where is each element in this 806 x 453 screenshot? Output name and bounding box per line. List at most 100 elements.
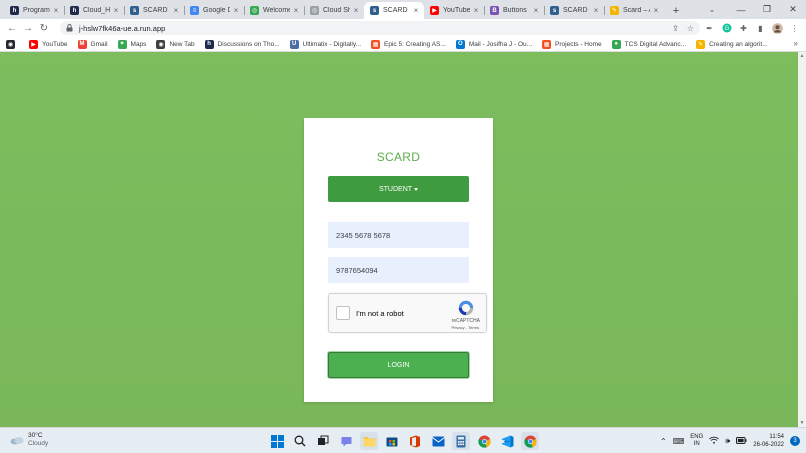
chrome-active-icon[interactable] <box>521 432 539 450</box>
share-icon[interactable]: ⇪ <box>672 24 679 33</box>
reload-icon[interactable]: ↻ <box>36 20 52 36</box>
tab-close-icon[interactable]: × <box>172 6 180 15</box>
minimize-button[interactable]: — <box>728 5 754 15</box>
volume-icon[interactable]: 🕪 <box>725 436 730 446</box>
restore-button[interactable]: ❐ <box>754 4 780 15</box>
role-dropdown-label: STUDENT <box>378 185 413 193</box>
weather-widget[interactable]: 30°C Cloudy <box>10 432 48 448</box>
tab-title: Programs <box>23 7 50 14</box>
svg-text:G: G <box>724 26 729 32</box>
browser-tab[interactable]: s SCARD × <box>364 2 424 19</box>
keyboard-icon[interactable]: ⌨ <box>673 437 685 446</box>
recaptcha-terms-link[interactable]: Privacy - Terms <box>452 325 479 330</box>
search-icon[interactable] <box>291 432 309 450</box>
bookmark-item[interactable]: ⌖ Maps <box>117 39 146 49</box>
mail-icon[interactable] <box>429 432 447 450</box>
aadhaar-input[interactable] <box>328 222 469 248</box>
address-bar[interactable]: j-hslw7fk46a-ue.a.run.app ⇪ ☆ <box>60 21 700 35</box>
bookmark-item[interactable]: ▦ Projects - Home <box>542 39 602 49</box>
microsoft-store-icon[interactable] <box>383 432 401 450</box>
back-arrow-icon[interactable]: ← <box>4 20 20 36</box>
menu-kebab-icon[interactable]: ⋮ <box>789 23 800 34</box>
bookmark-item[interactable]: h Discussions on Tho... <box>204 39 280 49</box>
lock-icon[interactable] <box>66 24 73 32</box>
tab-title: Google D <box>203 7 230 14</box>
system-tray: ⌃ ⌨ ENG IN 🕪 11:54 26-06-2022 3 <box>660 431 800 451</box>
bookmark-label: Gmail <box>90 40 108 48</box>
battery-icon[interactable] <box>736 436 747 446</box>
vscode-icon[interactable] <box>498 432 516 450</box>
bookmarks-overflow-icon[interactable]: » <box>794 39 798 48</box>
clock[interactable]: 11:54 26-06-2022 <box>753 433 784 449</box>
bookmark-item[interactable]: ● TCS Digital Advanc... <box>611 39 686 49</box>
extensions-puzzle-icon[interactable]: ✚ <box>738 23 749 34</box>
input-language[interactable]: ENG IN <box>690 434 703 448</box>
close-window-button[interactable]: ✕ <box>780 4 806 15</box>
browser-tab[interactable]: s SCARD × <box>544 2 604 19</box>
tab-close-icon[interactable]: × <box>52 6 60 15</box>
tab-search-chevron-icon[interactable]: ⌄ <box>702 5 722 14</box>
scroll-up-arrow-icon[interactable]: ▲ <box>798 52 806 60</box>
bookmark-item[interactable]: ◉ <box>6 39 19 49</box>
side-panel-icon[interactable]: ▮ <box>755 23 766 34</box>
chrome-icon[interactable] <box>475 432 493 450</box>
pencil-icon: ✎ <box>696 39 706 49</box>
bookmark-item[interactable]: U Ultimatix - Digitally... <box>289 39 361 49</box>
windows-start-icon[interactable] <box>268 432 286 450</box>
tab-close-icon[interactable]: × <box>292 6 300 15</box>
tab-close-icon[interactable]: × <box>412 6 420 15</box>
bookmark-item[interactable]: O Mail - Josifha J - Ou... <box>455 39 532 49</box>
wifi-icon[interactable] <box>709 436 720 446</box>
tab-title: SCARD <box>143 7 168 14</box>
profile-avatar[interactable] <box>772 22 783 34</box>
page-scrollbar[interactable]: ▲ ▼ <box>798 52 806 427</box>
grammarly-extension-icon[interactable]: G <box>721 23 732 34</box>
tab-title: Scard – A <box>623 7 650 14</box>
browser-tab[interactable]: ▶ YouTube × <box>424 2 484 19</box>
eyedropper-extension-icon[interactable]: ✒ <box>704 23 715 34</box>
ultimatix-icon: U <box>289 39 299 49</box>
browser-tab[interactable]: h Programs× <box>4 2 64 19</box>
teams-chat-icon[interactable] <box>337 432 355 450</box>
login-button[interactable]: LOGIN <box>328 352 469 378</box>
login-card: SCARD STUDENT I'm not a robot reCAPTCHA … <box>304 118 493 402</box>
tab-close-icon[interactable]: × <box>112 6 120 15</box>
browser-tab[interactable]: B Buttons × <box>484 2 544 19</box>
url-text[interactable]: j-hslw7fk46a-ue.a.run.app <box>79 24 165 33</box>
page-title: SCARD <box>376 150 421 164</box>
notification-badge[interactable]: 3 <box>790 436 800 446</box>
browser-tab[interactable]: h Cloud_Ha× <box>64 2 124 19</box>
recaptcha-checkbox[interactable] <box>336 306 350 320</box>
bookmark-item[interactable]: ✎ Creating an algorit... <box>696 39 768 49</box>
pencil-icon: ✎ <box>610 6 619 15</box>
tab-close-icon[interactable]: × <box>652 6 660 15</box>
chevron-up-icon[interactable]: ⌃ <box>660 437 667 446</box>
bookmark-item[interactable]: ▦ Epic 5: Creating AS... <box>371 39 446 49</box>
globe-icon: ◉ <box>156 39 166 49</box>
browser-tab[interactable]: ◎ Cloud Sh × <box>304 2 364 19</box>
role-dropdown-button[interactable]: STUDENT <box>328 176 469 202</box>
tab-close-icon[interactable]: × <box>592 6 600 15</box>
browser-tab[interactable]: ◎ Welcome × <box>244 2 304 19</box>
office-icon[interactable] <box>406 432 424 450</box>
bookmark-star-icon[interactable]: ☆ <box>687 24 694 33</box>
recaptcha-widget: I'm not a robot reCAPTCHA Privacy - Term… <box>328 293 487 333</box>
new-tab-button[interactable]: + <box>668 2 684 19</box>
phone-input[interactable] <box>328 257 469 283</box>
browser-tab[interactable]: s SCARD × <box>124 2 184 19</box>
tab-close-icon[interactable]: × <box>532 6 540 15</box>
browser-tab[interactable]: ≡ Google D × <box>184 2 244 19</box>
tab-close-icon[interactable]: × <box>232 6 240 15</box>
tab-close-icon[interactable]: × <box>352 6 360 15</box>
browser-tab[interactable]: ✎ Scard – A× <box>604 2 664 19</box>
youtube-icon: ▶ <box>29 39 38 49</box>
file-explorer-icon[interactable] <box>360 432 378 450</box>
task-view-icon[interactable] <box>314 432 332 450</box>
tab-close-icon[interactable]: × <box>472 6 480 15</box>
calculator-icon[interactable] <box>452 432 470 450</box>
bookmark-item[interactable]: M Gmail <box>77 39 108 49</box>
bookmark-item[interactable]: ◉ New Tab <box>156 39 195 49</box>
scroll-down-arrow-icon[interactable]: ▼ <box>798 419 806 427</box>
forward-arrow-icon[interactable]: → <box>20 20 36 36</box>
bookmark-item[interactable]: ▶ YouTube <box>29 39 68 49</box>
